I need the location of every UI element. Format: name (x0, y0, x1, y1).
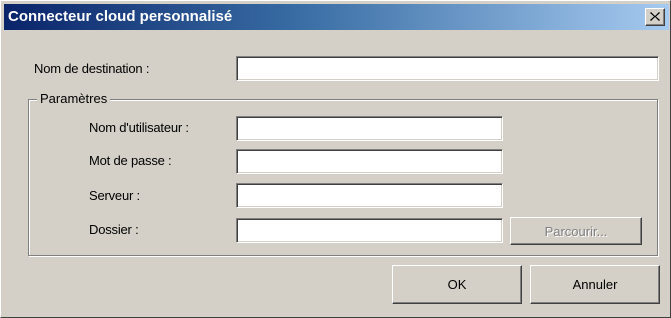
dialog-title: Connecteur cloud personnalisé (8, 8, 233, 25)
username-label: Nom d'utilisateur : (89, 120, 189, 135)
username-input[interactable] (236, 116, 503, 141)
destination-name-label: Nom de destination : (34, 61, 150, 76)
password-input[interactable] (236, 149, 503, 174)
server-label: Serveur : (89, 188, 140, 203)
close-button[interactable] (645, 8, 665, 26)
folder-input[interactable] (236, 218, 503, 243)
password-label: Mot de passe : (89, 153, 172, 168)
ok-button[interactable]: OK (392, 265, 522, 304)
dialog-window: Connecteur cloud personnalisé Nom de des… (0, 0, 671, 318)
parameters-group-title: Paramètres (37, 91, 111, 106)
browse-button[interactable]: Parcourir... (510, 217, 642, 245)
title-bar[interactable]: Connecteur cloud personnalisé (4, 4, 669, 30)
folder-label: Dossier : (89, 222, 139, 237)
close-icon (650, 12, 660, 21)
cancel-button[interactable]: Annuler (530, 265, 660, 304)
destination-name-input[interactable] (236, 56, 659, 81)
server-input[interactable] (236, 183, 503, 208)
